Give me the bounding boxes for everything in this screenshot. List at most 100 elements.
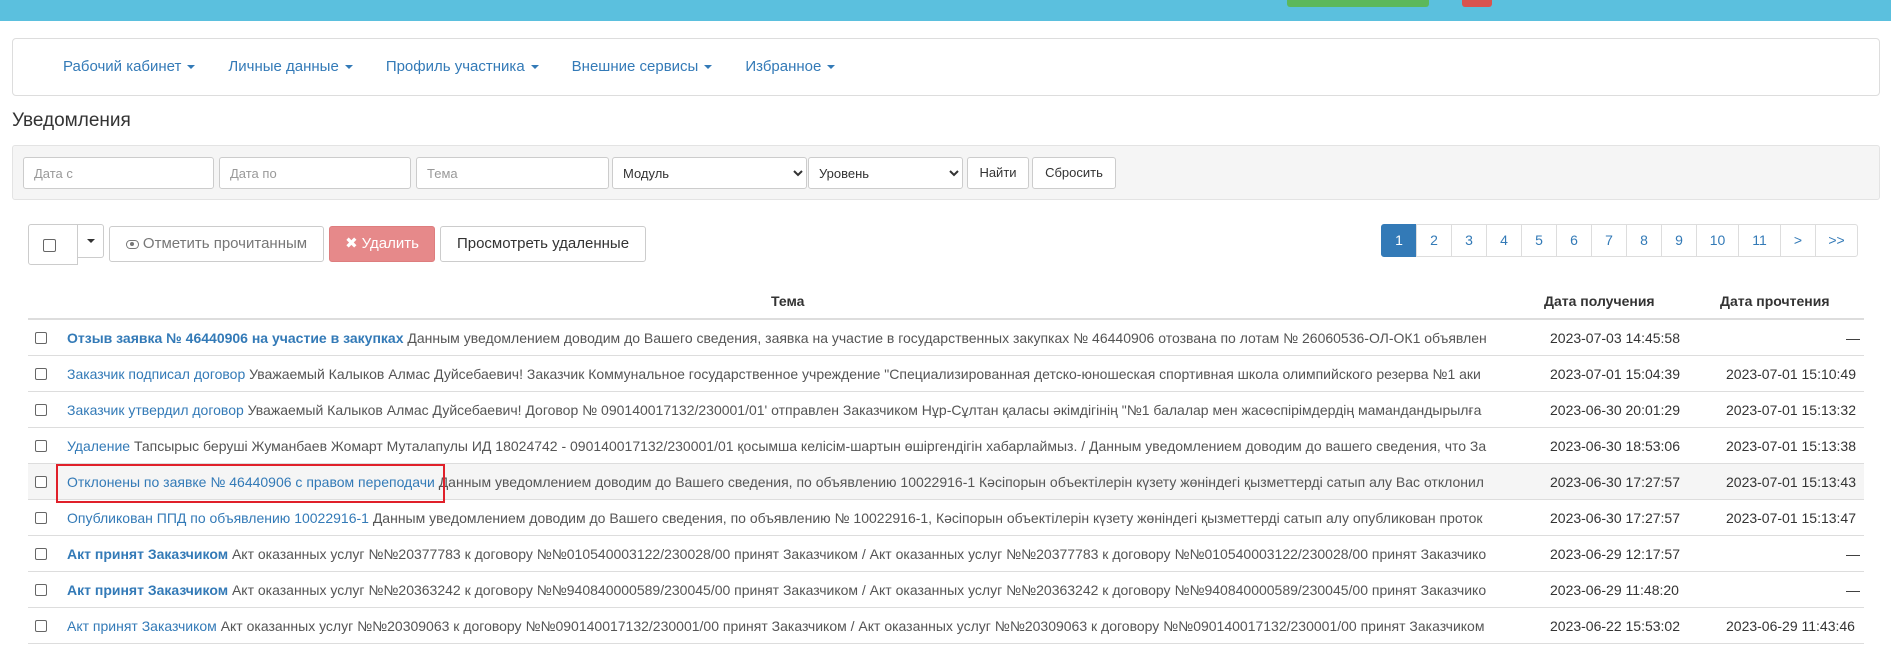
column-header-read: Дата прочтения (1720, 293, 1830, 309)
chevron-down-icon (530, 65, 539, 70)
read-date: — (1846, 582, 1860, 598)
reset-button[interactable]: Сбросить (1032, 157, 1116, 189)
notification-title-link[interactable]: Отзыв заявка № 46440906 на участие в зак… (67, 330, 404, 346)
row-checkbox[interactable] (35, 620, 47, 632)
select-all-checkbox[interactable] (43, 239, 56, 252)
top-header-bar (0, 0, 1891, 21)
notification-row[interactable]: Заказчик подписал договор Уважаемый Калы… (28, 356, 1864, 392)
received-date: 2023-06-30 17:27:57 (1550, 474, 1680, 490)
notification-title-link[interactable]: Акт принят Заказчиком (67, 546, 228, 562)
red-badge-button[interactable] (1462, 0, 1492, 7)
notification-title-link[interactable]: Акт принят Заказчиком (67, 582, 228, 598)
notification-text: Данным уведомлением доводим до Вашего св… (407, 330, 1487, 346)
notification-title-link[interactable]: Заказчик утвердил договор (67, 402, 244, 418)
page-title: Уведомления (12, 110, 131, 131)
topic-input[interactable] (416, 157, 609, 189)
chevron-down-icon (87, 239, 95, 243)
received-date: 2023-06-30 18:53:06 (1550, 438, 1680, 454)
read-date: 2023-07-01 15:13:32 (1726, 402, 1856, 418)
received-date: 2023-06-30 17:27:57 (1550, 510, 1680, 526)
nav-item-workspace[interactable]: Рабочий кабинет (63, 58, 196, 75)
nav-item-personal-data[interactable]: Личные данные (228, 58, 353, 75)
notification-text: Акт оказанных услуг №№20377783 к договор… (231, 546, 1487, 562)
view-deleted-button[interactable]: Просмотреть удаленные (440, 226, 646, 262)
find-button[interactable]: Найти (967, 157, 1029, 189)
notification-row[interactable]: Отзыв заявка № 46440906 на участие в зак… (28, 320, 1864, 356)
nav-item-label: Внешние сервисы (571, 58, 699, 75)
notification-subject: Заказчик утвердил договор Уважаемый Калы… (67, 392, 1540, 428)
row-checkbox[interactable] (35, 548, 47, 560)
row-checkbox[interactable] (35, 368, 47, 380)
module-select[interactable]: Модуль (612, 157, 807, 189)
notification-subject: Акт принят Заказчиком Акт оказанных услу… (67, 608, 1540, 644)
received-date: 2023-07-03 14:45:58 (1550, 330, 1680, 346)
next-page-button[interactable]: > (1780, 224, 1816, 257)
page-8-button[interactable]: 8 (1626, 224, 1662, 257)
notification-row[interactable]: Акт принят Заказчиком Акт оказанных услу… (28, 572, 1864, 608)
received-date: 2023-06-30 20:01:29 (1550, 402, 1680, 418)
date-to-input[interactable] (219, 157, 411, 189)
page-11-button[interactable]: 11 (1738, 224, 1781, 257)
read-date: 2023-07-01 15:13:38 (1726, 438, 1856, 454)
nav-item-participant-profile[interactable]: Профиль участника (386, 58, 539, 75)
delete-label: Удалить (361, 235, 419, 252)
notification-title-link[interactable]: Удаление (67, 438, 130, 454)
notification-title-link[interactable]: Заказчик подписал договор (67, 366, 245, 382)
level-select[interactable]: Уровень (808, 157, 963, 189)
received-date: 2023-06-29 11:48:20 (1550, 582, 1679, 598)
notification-text: Тапсырыс беруші Жуманбаев Жомарт Муталап… (133, 438, 1487, 454)
nav-item-label: Рабочий кабинет (63, 58, 182, 75)
notification-text: Акт оказанных услуг №№20309063 к договор… (220, 618, 1485, 634)
chevron-down-icon (704, 65, 713, 70)
notification-row[interactable]: Акт принят Заказчиком Акт оказанных услу… (28, 608, 1864, 644)
notification-subject: Отзыв заявка № 46440906 на участие в зак… (67, 320, 1540, 356)
row-checkbox[interactable] (35, 476, 47, 488)
pagination: 1 2 3 4 5 6 7 8 9 10 11 > >> (1381, 224, 1858, 257)
read-date: — (1846, 330, 1860, 346)
row-checkbox[interactable] (35, 584, 47, 596)
nav-item-label: Личные данные (228, 58, 339, 75)
notification-title-link[interactable]: Акт принят Заказчиком (67, 618, 217, 634)
read-date: 2023-07-01 15:10:49 (1726, 366, 1856, 382)
read-date: 2023-07-01 15:13:47 (1726, 510, 1856, 526)
page-5-button[interactable]: 5 (1521, 224, 1557, 257)
notification-title-link[interactable]: Опубликован ППД по объявлению 10022916-1 (67, 510, 369, 526)
notification-row[interactable]: Опубликован ППД по объявлению 10022916-1… (28, 500, 1864, 536)
received-date: 2023-06-22 15:53:02 (1550, 618, 1680, 634)
received-date: 2023-06-29 12:17:57 (1550, 546, 1680, 562)
notification-text: Данным уведомлением доводим до Вашего св… (372, 510, 1483, 526)
eye-icon (125, 240, 139, 249)
notification-row[interactable]: Удаление Тапсырыс беруші Жуманбаев Жомар… (28, 428, 1864, 464)
page-4-button[interactable]: 4 (1486, 224, 1522, 257)
date-from-input[interactable] (23, 157, 214, 189)
nav-item-label: Избранное (745, 58, 822, 75)
highlight-annotation-box (56, 464, 445, 503)
page-10-button[interactable]: 10 (1696, 224, 1739, 257)
notification-row[interactable]: Акт принят Заказчиком Акт оказанных услу… (28, 536, 1864, 572)
last-page-button[interactable]: >> (1815, 224, 1858, 257)
page-7-button[interactable]: 7 (1591, 224, 1627, 257)
nav-item-external-services[interactable]: Внешние сервисы (572, 58, 713, 75)
notification-row[interactable]: Заказчик утвердил договор Уважаемый Калы… (28, 392, 1864, 428)
page-9-button[interactable]: 9 (1661, 224, 1697, 257)
page-3-button[interactable]: 3 (1451, 224, 1487, 257)
notification-subject: Акт принят Заказчиком Акт оказанных услу… (67, 572, 1540, 608)
mark-read-button[interactable]: Отметить прочитанным (109, 226, 324, 262)
row-checkbox[interactable] (35, 440, 47, 452)
notification-subject: Заказчик подписал договор Уважаемый Калы… (67, 356, 1540, 392)
nav-item-label: Профиль участника (385, 58, 525, 75)
delete-button[interactable]: ✖ Удалить (329, 226, 435, 262)
page-1-button[interactable]: 1 (1381, 224, 1417, 257)
page-6-button[interactable]: 6 (1556, 224, 1592, 257)
page-2-button[interactable]: 2 (1416, 224, 1452, 257)
notification-text: Акт оказанных услуг №№20363242 к договор… (231, 582, 1487, 598)
row-checkbox[interactable] (35, 404, 47, 416)
green-badge-button[interactable] (1287, 0, 1429, 7)
row-checkbox[interactable] (35, 332, 47, 344)
select-options-dropdown-button[interactable] (78, 224, 104, 258)
nav-item-favorites[interactable]: Избранное (745, 58, 836, 75)
select-all-checkbox-group[interactable] (28, 224, 78, 265)
filter-bar: Модуль Уровень Найти Сбросить (12, 145, 1880, 200)
chevron-down-icon (827, 65, 836, 70)
row-checkbox[interactable] (35, 512, 47, 524)
